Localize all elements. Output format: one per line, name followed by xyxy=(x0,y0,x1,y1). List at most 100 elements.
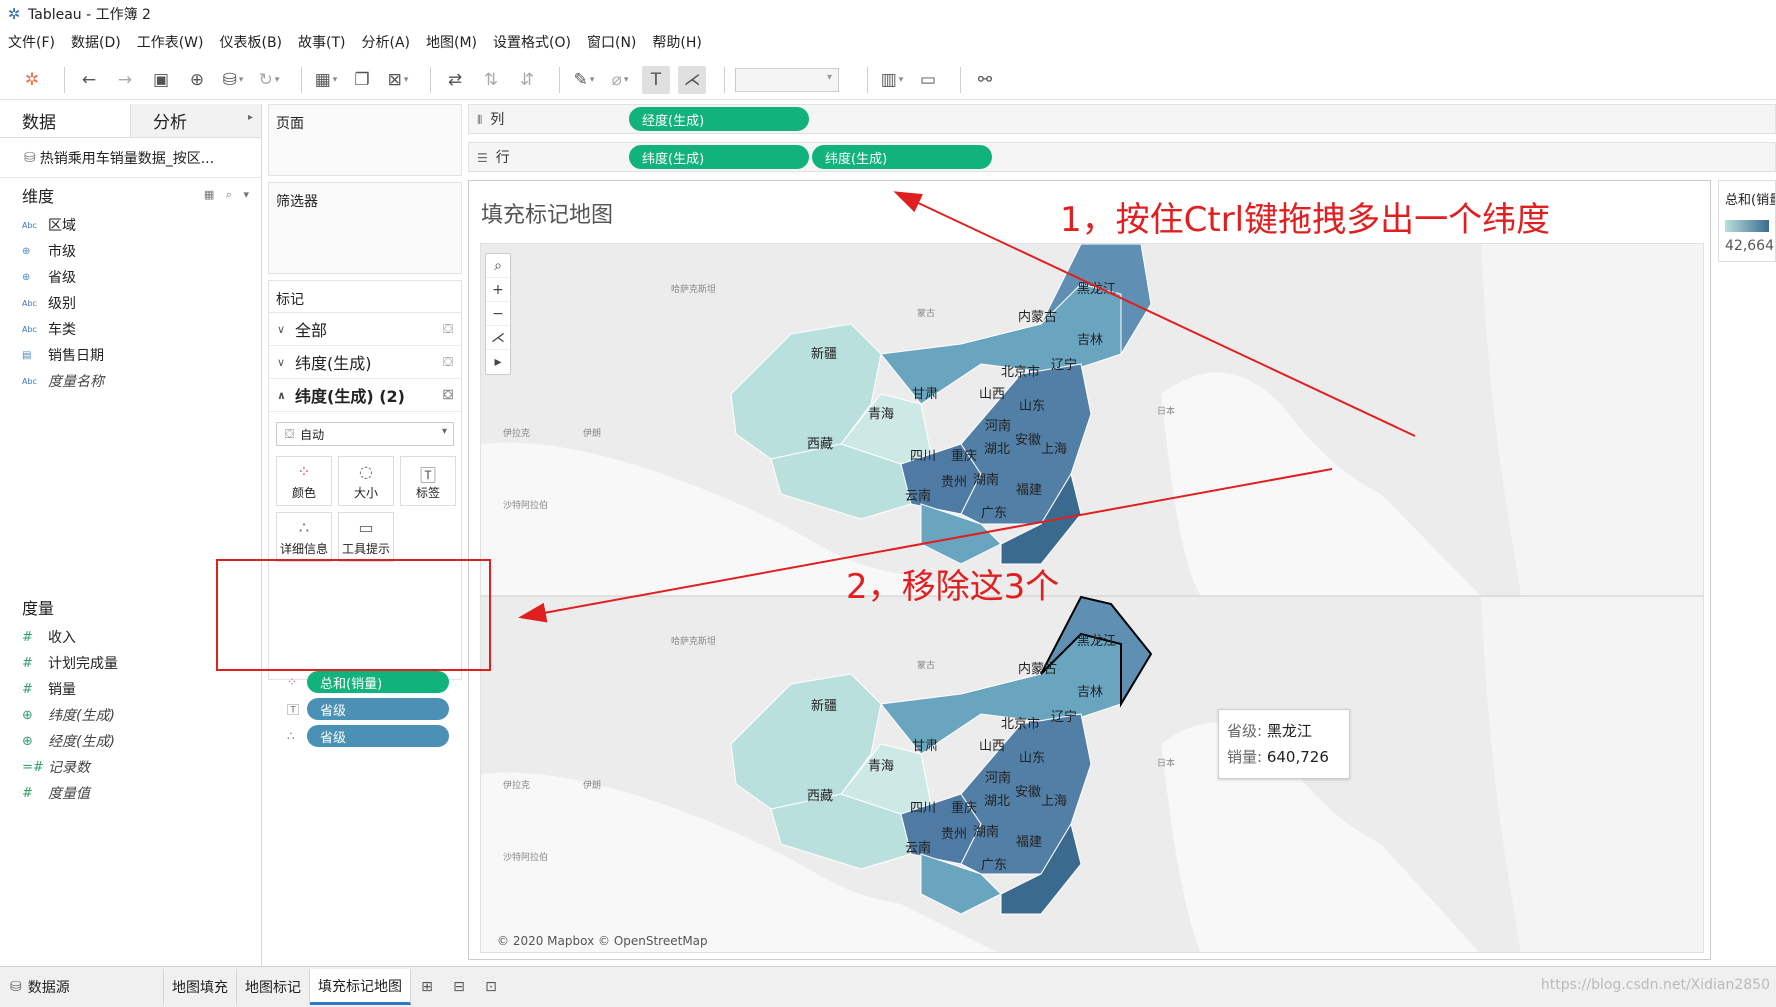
tab-sheet-active[interactable]: 填充标记地图 xyxy=(310,969,411,1005)
field-measure[interactable]: # 销量 xyxy=(0,676,261,702)
zoom-out-icon[interactable]: − xyxy=(486,302,510,326)
datasource-item[interactable]: ⛁ 热销乘用车销量数据_按区... xyxy=(0,138,261,178)
field-measure[interactable]: ⊕ 经度(生成) xyxy=(0,728,261,754)
marks-layer-lat1[interactable]: ∨ 纬度(生成) ⛋ xyxy=(269,346,461,379)
field-label: 纬度(生成) xyxy=(48,708,115,724)
map-label: 沙特阿拉伯 xyxy=(503,499,548,511)
save-icon[interactable]: ▣ xyxy=(147,66,175,94)
reset-map-icon[interactable]: ⋌ xyxy=(486,326,510,350)
pill-province-detail[interactable]: 省级 xyxy=(307,725,449,747)
group-members-icon[interactable]: ⌀ xyxy=(606,66,634,94)
new-worksheet-icon[interactable]: ⊞ xyxy=(411,979,443,995)
sort-ascending-icon[interactable]: ⇅ xyxy=(477,66,505,94)
new-story-icon[interactable]: ⊡ xyxy=(475,979,507,995)
detail-button[interactable]: ∴ 详细信息 xyxy=(276,512,332,562)
tab-data[interactable]: 数据 xyxy=(0,104,130,137)
tab-datasource[interactable]: ⛁ 数据源 xyxy=(0,969,164,1005)
menu-format[interactable]: 设置格式(O) xyxy=(493,32,571,52)
search-icon[interactable]: ⌕ xyxy=(486,254,510,278)
rows-shelf[interactable]: ☰ 行 纬度(生成) 纬度(生成) xyxy=(468,142,1776,172)
marks-title: 标记 xyxy=(269,281,461,313)
menu-story[interactable]: 故事(T) xyxy=(298,32,345,52)
pill-province-label[interactable]: 省级 xyxy=(307,698,449,720)
tab-analysis[interactable]: 分析 ▸ xyxy=(130,104,261,137)
refresh-icon[interactable]: ↻ xyxy=(255,66,283,94)
show-me-icon[interactable]: ▥ xyxy=(878,66,906,94)
tooltip-value: 黑龙江 xyxy=(1266,722,1312,740)
menu-file[interactable]: 文件(F) xyxy=(8,32,55,52)
pill-latitude-2[interactable]: 纬度(生成) xyxy=(812,145,992,169)
marks-layer-lat2[interactable]: ∧ 纬度(生成) (2) ⛋ xyxy=(269,379,461,412)
pill-longitude[interactable]: 经度(生成) xyxy=(629,107,809,131)
tab-sheet[interactable]: 地图填充 xyxy=(164,969,237,1005)
label-button[interactable]: 🅃 标签 xyxy=(400,456,456,506)
swap-axes-icon[interactable]: ⇄ xyxy=(441,66,469,94)
pill-sum-sales[interactable]: 总和(销量) xyxy=(307,671,449,693)
map-icon: ⛋ xyxy=(443,354,453,370)
clear-sheet-icon[interactable]: ⊠ xyxy=(384,66,412,94)
pill-latitude-1[interactable]: 纬度(生成) xyxy=(629,145,809,169)
toolbar-separator xyxy=(960,66,961,93)
presentation-mode-icon[interactable]: ▭ xyxy=(914,66,942,94)
new-worksheet-icon[interactable]: ▦ xyxy=(312,66,340,94)
menu-window[interactable]: 窗口(N) xyxy=(587,32,636,52)
map-svg: 哈萨克斯坦 蒙古 新疆 内蒙古 黑龙江 吉林 辽宁 北京市 甘肃 青海 山西 山… xyxy=(481,244,1703,952)
field-dimension[interactable]: ⊕ 市级 xyxy=(0,238,261,264)
shelves-column: 页面 筛选器 标记 ∨ 全部 ⛋ ∨ 纬度(生成) ⛋ ∧ 纬度(生成) (2)… xyxy=(268,104,462,747)
field-measure[interactable]: # 度量值 xyxy=(0,780,261,806)
columns-shelf[interactable]: ⦀ 列 经度(生成) xyxy=(468,104,1776,134)
field-dimension[interactable]: Abc 级别 xyxy=(0,290,261,316)
zoom-in-icon[interactable]: + xyxy=(486,278,510,302)
field-dimension[interactable]: Abc 区域 xyxy=(0,212,261,238)
map-label: 云南 xyxy=(905,840,931,856)
chevron-down-icon[interactable]: ▸ xyxy=(248,112,253,123)
map-area[interactable]: 哈萨克斯坦 蒙古 新疆 内蒙古 黑龙江 吉林 辽宁 北京市 甘肃 青海 山西 山… xyxy=(480,243,1704,953)
share-icon[interactable]: ⚯ xyxy=(971,66,999,94)
map-label: 内蒙古 xyxy=(1018,309,1057,325)
menu-dashboard[interactable]: 仪表板(B) xyxy=(219,32,282,52)
color-legend[interactable]: 总和(销量) 42,664 xyxy=(1718,180,1776,262)
new-dashboard-icon[interactable]: ⊟ xyxy=(443,979,475,995)
field-dimension[interactable]: ▤ 销售日期 xyxy=(0,342,261,368)
size-button[interactable]: ◌ 大小 xyxy=(338,456,394,506)
show-mark-labels-icon[interactable]: T xyxy=(642,65,670,94)
expand-toolbar-icon[interactable]: ▸ xyxy=(486,350,510,374)
redo-icon[interactable]: → xyxy=(111,66,139,94)
chevron-down-icon[interactable]: ∨ xyxy=(277,323,295,336)
chevron-up-icon[interactable]: ∧ xyxy=(277,389,295,402)
marks-layer-all[interactable]: ∨ 全部 ⛋ xyxy=(269,313,461,346)
detail-icon: ∴ xyxy=(298,517,310,537)
tableau-home-icon[interactable]: ✲ xyxy=(18,66,46,94)
tooltip-button[interactable]: ▭ 工具提示 xyxy=(338,512,394,562)
menu-worksheet[interactable]: 工作表(W) xyxy=(137,32,204,52)
filters-shelf[interactable]: 筛选器 xyxy=(268,182,462,274)
field-dimension[interactable]: Abc 车类 xyxy=(0,316,261,342)
mark-type-dropdown[interactable]: ⛋ 自动 xyxy=(276,422,454,446)
field-dimension[interactable]: Abc 度量名称 xyxy=(0,368,261,394)
fix-axes-icon[interactable]: ⋌ xyxy=(678,65,706,94)
pause-updates-icon[interactable]: ⛁ xyxy=(219,66,247,94)
menu-help[interactable]: 帮助(H) xyxy=(652,32,701,52)
map-label: 伊朗 xyxy=(583,779,601,791)
color-button[interactable]: ⁘ 颜色 xyxy=(276,456,332,506)
duplicate-sheet-icon[interactable]: ❐ xyxy=(348,66,376,94)
pages-shelf[interactable]: 页面 xyxy=(268,104,462,176)
sort-descending-icon[interactable]: ⇵ xyxy=(513,66,541,94)
tab-sheet[interactable]: 地图标记 xyxy=(237,969,310,1005)
undo-icon[interactable]: ← xyxy=(75,66,103,94)
menu-data[interactable]: 数据(D) xyxy=(71,32,121,52)
search-icon[interactable]: ▦ ⌕ ▾ xyxy=(204,188,253,202)
field-measure[interactable]: ⊕ 纬度(生成) xyxy=(0,702,261,728)
highlight-icon[interactable]: ✎ xyxy=(570,66,598,94)
filters-title: 筛选器 xyxy=(276,194,318,210)
field-measure[interactable]: =# 记录数 xyxy=(0,754,261,780)
chevron-down-icon[interactable]: ∨ xyxy=(277,356,295,369)
toolbar-separator xyxy=(867,66,868,93)
fit-dropdown[interactable] xyxy=(735,67,839,92)
menu-map[interactable]: 地图(M) xyxy=(426,32,477,52)
detail-label: 详细信息 xyxy=(279,541,328,556)
menu-analysis[interactable]: 分析(A) xyxy=(362,32,411,52)
label-icon: 🅃 xyxy=(287,702,300,717)
new-datasource-icon[interactable]: ⊕ xyxy=(183,66,211,94)
field-dimension[interactable]: ⊕ 省级 xyxy=(0,264,261,290)
